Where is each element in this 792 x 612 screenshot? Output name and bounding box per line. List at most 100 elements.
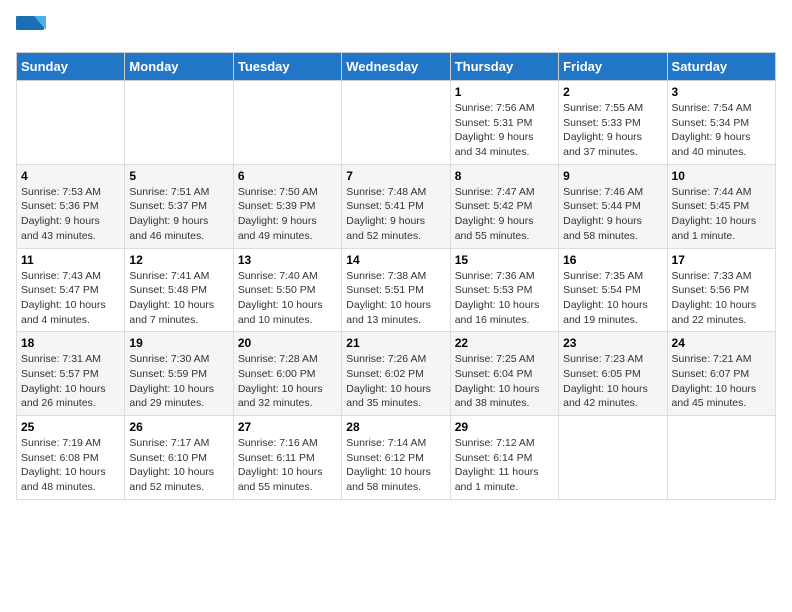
calendar-cell: 19 Sunrise: 7:30 AM Sunset: 5:59 PM Dayli… bbox=[125, 332, 233, 416]
calendar-cell bbox=[342, 81, 450, 165]
calendar-cell: 15 Sunrise: 7:36 AM Sunset: 5:53 PM Dayli… bbox=[450, 248, 558, 332]
day-info: Sunrise: 7:44 AM Sunset: 5:45 PM Dayligh… bbox=[672, 185, 771, 244]
day-number: 11 bbox=[21, 253, 120, 267]
day-number: 8 bbox=[455, 169, 554, 183]
week-row-3: 11 Sunrise: 7:43 AM Sunset: 5:47 PM Dayli… bbox=[17, 248, 776, 332]
day-info: Sunrise: 7:51 AM Sunset: 5:37 PM Dayligh… bbox=[129, 185, 228, 244]
calendar-cell: 18Sunrise: 7:31 AM Sunset: 5:57 PM Dayli… bbox=[17, 332, 125, 416]
calendar-cell: 23 Sunrise: 7:23 AM Sunset: 6:05 PM Dayli… bbox=[559, 332, 667, 416]
header-saturday: Saturday bbox=[667, 53, 775, 81]
day-info: Sunrise: 7:14 AM Sunset: 6:12 PM Dayligh… bbox=[346, 436, 445, 495]
calendar-cell: 28 Sunrise: 7:14 AM Sunset: 6:12 PM Dayli… bbox=[342, 416, 450, 500]
header-tuesday: Tuesday bbox=[233, 53, 341, 81]
day-info: Sunrise: 7:38 AM Sunset: 5:51 PM Dayligh… bbox=[346, 269, 445, 328]
day-number: 7 bbox=[346, 169, 445, 183]
day-number: 14 bbox=[346, 253, 445, 267]
calendar-cell: 11 Sunrise: 7:43 AM Sunset: 5:47 PM Dayli… bbox=[17, 248, 125, 332]
day-info: Sunrise: 7:28 AM Sunset: 6:00 PM Dayligh… bbox=[238, 352, 337, 411]
header-wednesday: Wednesday bbox=[342, 53, 450, 81]
day-number: 9 bbox=[563, 169, 662, 183]
day-number: 5 bbox=[129, 169, 228, 183]
day-info: Sunrise: 7:36 AM Sunset: 5:53 PM Dayligh… bbox=[455, 269, 554, 328]
day-info: Sunrise: 7:54 AM Sunset: 5:34 PM Dayligh… bbox=[672, 101, 771, 160]
calendar-cell: 29Sunrise: 7:12 AM Sunset: 6:14 PM Dayli… bbox=[450, 416, 558, 500]
day-number: 15 bbox=[455, 253, 554, 267]
day-number: 22 bbox=[455, 336, 554, 350]
calendar-header-row: SundayMondayTuesdayWednesdayThursdayFrid… bbox=[17, 53, 776, 81]
calendar-cell: 8 Sunrise: 7:47 AM Sunset: 5:42 PM Daylig… bbox=[450, 164, 558, 248]
header-monday: Monday bbox=[125, 53, 233, 81]
calendar-cell: 7 Sunrise: 7:48 AM Sunset: 5:41 PM Daylig… bbox=[342, 164, 450, 248]
day-number: 3 bbox=[672, 85, 771, 99]
day-info: Sunrise: 7:50 AM Sunset: 5:39 PM Dayligh… bbox=[238, 185, 337, 244]
day-number: 24 bbox=[672, 336, 771, 350]
day-info: Sunrise: 7:26 AM Sunset: 6:02 PM Dayligh… bbox=[346, 352, 445, 411]
calendar-cell: 5 Sunrise: 7:51 AM Sunset: 5:37 PM Daylig… bbox=[125, 164, 233, 248]
logo bbox=[16, 16, 50, 40]
day-info: Sunrise: 7:43 AM Sunset: 5:47 PM Dayligh… bbox=[21, 269, 120, 328]
day-info: Sunrise: 7:35 AM Sunset: 5:54 PM Dayligh… bbox=[563, 269, 662, 328]
day-info: Sunrise: 7:17 AM Sunset: 6:10 PM Dayligh… bbox=[129, 436, 228, 495]
day-info: Sunrise: 7:30 AM Sunset: 5:59 PM Dayligh… bbox=[129, 352, 228, 411]
calendar-cell: 2 Sunrise: 7:55 AM Sunset: 5:33 PM Daylig… bbox=[559, 81, 667, 165]
day-info: Sunrise: 7:55 AM Sunset: 5:33 PM Dayligh… bbox=[563, 101, 662, 160]
calendar-cell: 14 Sunrise: 7:38 AM Sunset: 5:51 PM Dayli… bbox=[342, 248, 450, 332]
day-info: Sunrise: 7:40 AM Sunset: 5:50 PM Dayligh… bbox=[238, 269, 337, 328]
calendar-cell: 26 Sunrise: 7:17 AM Sunset: 6:10 PM Dayli… bbox=[125, 416, 233, 500]
calendar-cell: 10Sunrise: 7:44 AM Sunset: 5:45 PM Dayli… bbox=[667, 164, 775, 248]
header-thursday: Thursday bbox=[450, 53, 558, 81]
day-info: Sunrise: 7:41 AM Sunset: 5:48 PM Dayligh… bbox=[129, 269, 228, 328]
calendar-cell: 13 Sunrise: 7:40 AM Sunset: 5:50 PM Dayli… bbox=[233, 248, 341, 332]
calendar-cell: 3 Sunrise: 7:54 AM Sunset: 5:34 PM Daylig… bbox=[667, 81, 775, 165]
calendar-cell: 6 Sunrise: 7:50 AM Sunset: 5:39 PM Daylig… bbox=[233, 164, 341, 248]
day-info: Sunrise: 7:48 AM Sunset: 5:41 PM Dayligh… bbox=[346, 185, 445, 244]
calendar-cell: 17 Sunrise: 7:33 AM Sunset: 5:56 PM Dayli… bbox=[667, 248, 775, 332]
calendar-cell bbox=[559, 416, 667, 500]
day-info: Sunrise: 7:25 AM Sunset: 6:04 PM Dayligh… bbox=[455, 352, 554, 411]
day-info: Sunrise: 7:56 AM Sunset: 5:31 PM Dayligh… bbox=[455, 101, 554, 160]
calendar-cell: 25Sunrise: 7:19 AM Sunset: 6:08 PM Dayli… bbox=[17, 416, 125, 500]
day-number: 17 bbox=[672, 253, 771, 267]
calendar-cell bbox=[233, 81, 341, 165]
header-sunday: Sunday bbox=[17, 53, 125, 81]
day-number: 28 bbox=[346, 420, 445, 434]
header-friday: Friday bbox=[559, 53, 667, 81]
calendar-cell bbox=[667, 416, 775, 500]
day-number: 1 bbox=[455, 85, 554, 99]
day-number: 2 bbox=[563, 85, 662, 99]
calendar-cell: 22 Sunrise: 7:25 AM Sunset: 6:04 PM Dayli… bbox=[450, 332, 558, 416]
calendar-cell: 21 Sunrise: 7:26 AM Sunset: 6:02 PM Dayli… bbox=[342, 332, 450, 416]
day-info: Sunrise: 7:23 AM Sunset: 6:05 PM Dayligh… bbox=[563, 352, 662, 411]
calendar-cell: 1 Sunrise: 7:56 AM Sunset: 5:31 PM Daylig… bbox=[450, 81, 558, 165]
day-number: 29 bbox=[455, 420, 554, 434]
day-info: Sunrise: 7:46 AM Sunset: 5:44 PM Dayligh… bbox=[563, 185, 662, 244]
day-info: Sunrise: 7:19 AM Sunset: 6:08 PM Dayligh… bbox=[21, 436, 120, 495]
day-info: Sunrise: 7:33 AM Sunset: 5:56 PM Dayligh… bbox=[672, 269, 771, 328]
calendar-cell: 12 Sunrise: 7:41 AM Sunset: 5:48 PM Dayli… bbox=[125, 248, 233, 332]
calendar-cell: 27Sunrise: 7:16 AM Sunset: 6:11 PM Dayli… bbox=[233, 416, 341, 500]
calendar-cell: 24 Sunrise: 7:21 AM Sunset: 6:07 PM Dayli… bbox=[667, 332, 775, 416]
day-number: 19 bbox=[129, 336, 228, 350]
day-number: 16 bbox=[563, 253, 662, 267]
day-number: 6 bbox=[238, 169, 337, 183]
day-number: 12 bbox=[129, 253, 228, 267]
day-number: 18 bbox=[21, 336, 120, 350]
day-number: 27 bbox=[238, 420, 337, 434]
day-info: Sunrise: 7:21 AM Sunset: 6:07 PM Dayligh… bbox=[672, 352, 771, 411]
day-number: 26 bbox=[129, 420, 228, 434]
week-row-5: 25Sunrise: 7:19 AM Sunset: 6:08 PM Dayli… bbox=[17, 416, 776, 500]
day-number: 23 bbox=[563, 336, 662, 350]
calendar-cell bbox=[17, 81, 125, 165]
page-header bbox=[16, 16, 776, 40]
week-row-4: 18Sunrise: 7:31 AM Sunset: 5:57 PM Dayli… bbox=[17, 332, 776, 416]
day-number: 4 bbox=[21, 169, 120, 183]
day-info: Sunrise: 7:47 AM Sunset: 5:42 PM Dayligh… bbox=[455, 185, 554, 244]
day-info: Sunrise: 7:53 AM Sunset: 5:36 PM Dayligh… bbox=[21, 185, 120, 244]
calendar-cell bbox=[125, 81, 233, 165]
week-row-2: 4 Sunrise: 7:53 AM Sunset: 5:36 PM Daylig… bbox=[17, 164, 776, 248]
day-number: 13 bbox=[238, 253, 337, 267]
day-number: 21 bbox=[346, 336, 445, 350]
logo-icon bbox=[16, 16, 46, 40]
calendar-table: SundayMondayTuesdayWednesdayThursdayFrid… bbox=[16, 52, 776, 500]
calendar-cell: 9 Sunrise: 7:46 AM Sunset: 5:44 PM Daylig… bbox=[559, 164, 667, 248]
